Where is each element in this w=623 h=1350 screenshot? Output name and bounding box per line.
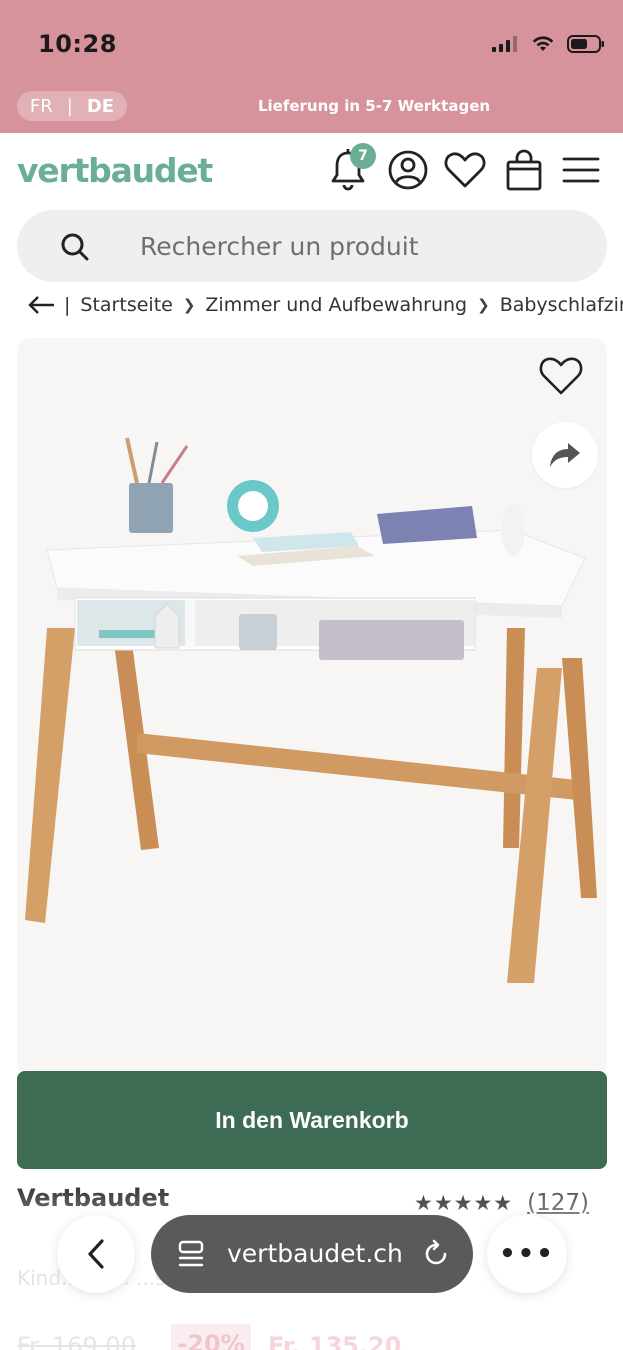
shopping-bag-icon	[506, 149, 542, 191]
status-time: 10:28	[38, 30, 117, 58]
breadcrumb-back-button[interactable]	[28, 296, 56, 314]
rating-stars: ★★★★★	[414, 1191, 514, 1215]
breadcrumb-item-rooms[interactable]: Zimmer und Aufbewahrung	[205, 294, 467, 316]
site-header: vertbaudet 7	[0, 133, 623, 208]
wishlist-button[interactable]	[443, 147, 487, 193]
add-to-cart-button[interactable]: In den Warenkorb	[17, 1071, 607, 1169]
old-price: Fr. 169.00	[17, 1332, 136, 1350]
heart-icon	[539, 357, 583, 395]
arrow-left-icon	[28, 296, 54, 314]
battery-icon	[567, 35, 604, 53]
browser-more-button[interactable]: •••	[487, 1215, 567, 1293]
hamburger-menu-icon	[562, 157, 600, 183]
breadcrumb-item-babyroom[interactable]: Babyschlafzimmer	[500, 294, 623, 316]
signal-icon	[492, 36, 517, 52]
breadcrumb: | Startseite ❯ Zimmer und Aufbewahrung ❯…	[28, 290, 623, 320]
product-image-area[interactable]	[17, 338, 607, 1078]
reload-icon[interactable]	[421, 1239, 451, 1269]
review-count[interactable]: (127)	[527, 1190, 589, 1216]
cart-button[interactable]	[502, 147, 546, 193]
status-icons	[491, 34, 605, 54]
breadcrumb-divider: |	[64, 294, 71, 316]
wifi-icon	[532, 36, 554, 51]
menu-button[interactable]	[559, 147, 603, 193]
discount-badge: -20%	[171, 1324, 251, 1350]
heart-icon	[444, 152, 486, 188]
browser-url[interactable]: vertbaudet.ch	[227, 1239, 403, 1268]
product-favorite-button[interactable]	[539, 356, 589, 402]
search-icon	[61, 233, 89, 261]
desk-product-photo	[25, 437, 597, 983]
product-rating[interactable]: ★★★★★ (127)	[414, 1190, 589, 1216]
delivery-banner: Lieferung in 5-7 Werktagen	[257, 97, 491, 115]
account-button[interactable]	[386, 147, 430, 193]
browser-back-button[interactable]	[57, 1215, 135, 1293]
chevron-left-icon	[88, 1239, 104, 1269]
chevron-right-icon: ❯	[182, 296, 196, 314]
top-bar: 10:28 FR | DE Lieferung in 5-7 Werktagen	[0, 0, 623, 133]
browser-address-bar[interactable]: vertbaudet.ch	[151, 1215, 473, 1293]
user-icon	[388, 150, 428, 190]
brand-logo[interactable]: vertbaudet	[17, 151, 213, 190]
breadcrumb-item-home[interactable]: Startseite	[80, 294, 172, 316]
chevron-right-icon: ❯	[477, 296, 490, 314]
search-input[interactable]: Rechercher un produit	[140, 232, 419, 261]
page-menu-icon	[178, 1240, 204, 1267]
search-bar[interactable]: Rechercher un produit	[17, 210, 607, 282]
notification-badge: 7	[350, 143, 376, 169]
sale-price: Fr. 135.20	[268, 1332, 402, 1350]
product-brand[interactable]: Vertbaudet	[17, 1184, 169, 1212]
